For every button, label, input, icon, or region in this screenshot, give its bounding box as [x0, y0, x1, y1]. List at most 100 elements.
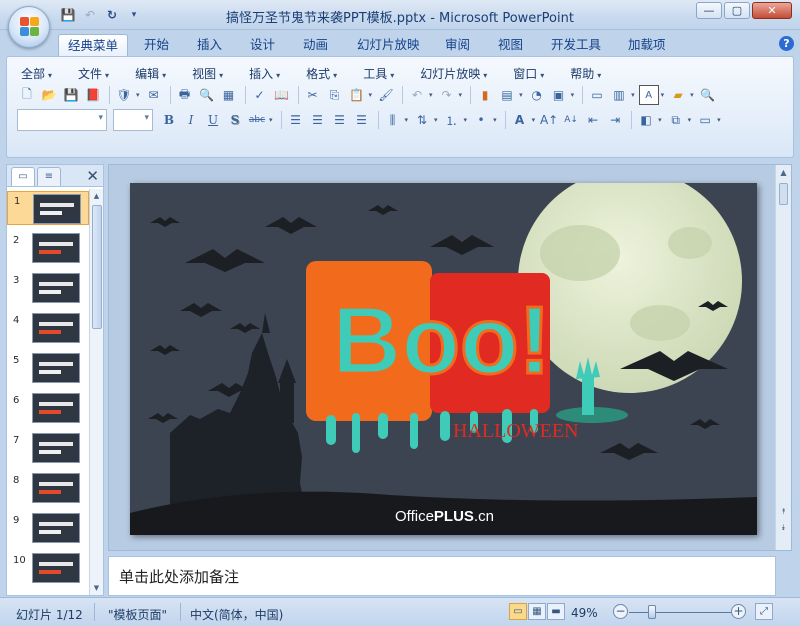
- maximize-button[interactable]: ▢: [724, 2, 750, 19]
- print-icon[interactable]: 🖶: [175, 85, 195, 105]
- menu-slideshow[interactable]: 幻灯片放映 ▾: [416, 63, 491, 84]
- shrink-font-icon[interactable]: A↓: [561, 110, 581, 130]
- office-button[interactable]: [8, 6, 50, 48]
- menu-all[interactable]: 全部 ▾: [17, 63, 56, 84]
- slide-thumbnail[interactable]: [32, 313, 80, 343]
- slideshow-view-icon[interactable]: ▬: [547, 603, 565, 620]
- slide-sorter-view-icon[interactable]: ▦: [528, 603, 546, 620]
- new-icon[interactable]: 🗋: [17, 85, 37, 105]
- permission-icon[interactable]: 🛡: [114, 85, 134, 105]
- smartart-icon[interactable]: ◔: [527, 85, 547, 105]
- scroll-up-icon[interactable]: ▲: [776, 165, 791, 181]
- slide-thumbnail-row[interactable]: 8: [7, 471, 89, 505]
- shapes-icon[interactable]: ◧: [636, 110, 656, 130]
- scroll-up-icon[interactable]: ▲: [90, 189, 103, 203]
- slide-thumbnail-row[interactable]: 5: [7, 351, 89, 385]
- slide-scrollbar[interactable]: ▲ ⯭ ⯯: [775, 165, 791, 550]
- zoom-in-icon[interactable]: +: [731, 604, 746, 619]
- shadow-button[interactable]: S: [225, 110, 245, 130]
- table-icon[interactable]: ▤: [497, 85, 517, 105]
- zoom-slider[interactable]: [629, 612, 739, 613]
- menu-edit[interactable]: 编辑 ▾: [131, 63, 170, 84]
- print-preview-icon[interactable]: 🔍: [197, 85, 217, 105]
- save-icon[interactable]: 💾: [61, 85, 81, 105]
- slide-thumbnail[interactable]: [32, 353, 80, 383]
- slide-thumbnail-row[interactable]: 2: [7, 231, 89, 265]
- format-painter-icon[interactable]: 🖌: [376, 85, 396, 105]
- font-color-icon[interactable]: A: [510, 110, 530, 130]
- menu-help[interactable]: 帮助 ▾: [566, 63, 605, 84]
- notes-pane[interactable]: 单击此处添加备注: [108, 556, 776, 596]
- fit-to-window-icon[interactable]: ⤢: [755, 603, 773, 620]
- pane-scrollbar[interactable]: ▲ ▼: [89, 189, 103, 595]
- slide-thumbnail-row[interactable]: 7: [7, 431, 89, 465]
- cut-icon[interactable]: ✂: [303, 85, 323, 105]
- strikethrough-button[interactable]: abc: [247, 110, 267, 130]
- research-icon[interactable]: 📖: [272, 85, 292, 105]
- slide-thumbnail[interactable]: [33, 194, 81, 224]
- close-button[interactable]: ✕: [752, 2, 792, 19]
- menu-window[interactable]: 窗口 ▾: [509, 63, 548, 84]
- normal-view-icon[interactable]: ▭: [509, 603, 527, 620]
- arrange-icon[interactable]: ⧉: [666, 110, 686, 130]
- italic-button[interactable]: I: [181, 110, 201, 130]
- slide-thumbnail-row[interactable]: 6: [7, 391, 89, 425]
- tab-view[interactable]: 视图: [489, 34, 532, 56]
- close-pane-icon[interactable]: ✕: [86, 167, 99, 185]
- bold-button[interactable]: B: [159, 110, 179, 130]
- slide-thumbnail-row[interactable]: 9: [7, 511, 89, 545]
- tab-review[interactable]: 审阅: [436, 34, 479, 56]
- new-slide-icon[interactable]: ▭: [587, 85, 607, 105]
- textbox-icon[interactable]: A: [638, 85, 659, 105]
- quick-styles-icon[interactable]: ▭: [695, 110, 715, 130]
- increase-indent-icon[interactable]: ⇥: [605, 110, 625, 130]
- slides-tab-icon[interactable]: ▭: [11, 167, 35, 186]
- tab-design[interactable]: 设计: [241, 34, 284, 56]
- zoom-slider-thumb[interactable]: [648, 605, 656, 619]
- menu-file[interactable]: 文件 ▾: [74, 63, 113, 84]
- zoom-level[interactable]: 49%: [571, 606, 598, 620]
- slide-thumbnail[interactable]: [32, 273, 80, 303]
- tab-home[interactable]: 开始: [135, 34, 178, 56]
- next-slide-icon[interactable]: ⯯: [776, 520, 791, 536]
- align-right-icon[interactable]: ☰: [330, 110, 350, 130]
- grow-font-icon[interactable]: A↑: [539, 110, 559, 130]
- help-icon[interactable]: ?: [779, 36, 794, 51]
- outline-tab-icon[interactable]: ≡: [37, 167, 61, 186]
- layout-icon[interactable]: ▥: [609, 85, 629, 105]
- slide-canvas[interactable]: Boo! HALLOWEEN OfficePLUS.cn: [130, 183, 757, 535]
- email-icon[interactable]: ✉: [144, 85, 164, 105]
- tab-animation[interactable]: 动画: [294, 34, 337, 56]
- scroll-thumb[interactable]: [779, 183, 788, 205]
- slide-thumbnail-row[interactable]: 10: [7, 551, 89, 585]
- bullets-icon[interactable]: •: [471, 110, 491, 130]
- slide-thumbnail-row[interactable]: 4: [7, 311, 89, 345]
- font-name-combo[interactable]: [17, 109, 107, 131]
- slide-thumbnail[interactable]: [32, 553, 80, 583]
- zoom-icon[interactable]: 🔍: [698, 85, 718, 105]
- scroll-down-icon[interactable]: ▼: [90, 581, 103, 595]
- menu-insert[interactable]: 插入 ▾: [245, 63, 284, 84]
- decrease-indent-icon[interactable]: ⇤: [583, 110, 603, 130]
- tab-classic-menu[interactable]: 经典菜单: [58, 34, 129, 56]
- color-grayscale-icon[interactable]: ▣: [549, 85, 569, 105]
- slide-thumbnail[interactable]: [32, 233, 80, 263]
- tab-developer[interactable]: 开发工具: [542, 34, 610, 56]
- slide-thumbnail-row[interactable]: 3: [7, 271, 89, 305]
- slide-thumbnail-row[interactable]: 1: [7, 191, 89, 225]
- numbering-icon[interactable]: ⒈: [442, 110, 462, 130]
- copy-icon[interactable]: ⎘: [325, 85, 345, 105]
- spelling-icon[interactable]: ✓: [250, 85, 270, 105]
- paste-icon[interactable]: 📋: [347, 85, 367, 105]
- tab-slideshow[interactable]: 幻灯片放映: [348, 34, 429, 56]
- open-icon[interactable]: 📂: [39, 85, 59, 105]
- tab-insert[interactable]: 插入: [188, 34, 231, 56]
- font-size-combo[interactable]: [113, 109, 153, 131]
- text-direction-icon[interactable]: ⇅: [412, 110, 432, 130]
- minimize-button[interactable]: —: [696, 2, 722, 19]
- language-status[interactable]: 中文(简体，中国): [190, 606, 283, 623]
- folder-icon[interactable]: ▰: [668, 85, 688, 105]
- columns-icon[interactable]: ⫼: [383, 110, 403, 130]
- menu-view[interactable]: 视图 ▾: [188, 63, 227, 84]
- align-left-icon[interactable]: ☰: [286, 110, 306, 130]
